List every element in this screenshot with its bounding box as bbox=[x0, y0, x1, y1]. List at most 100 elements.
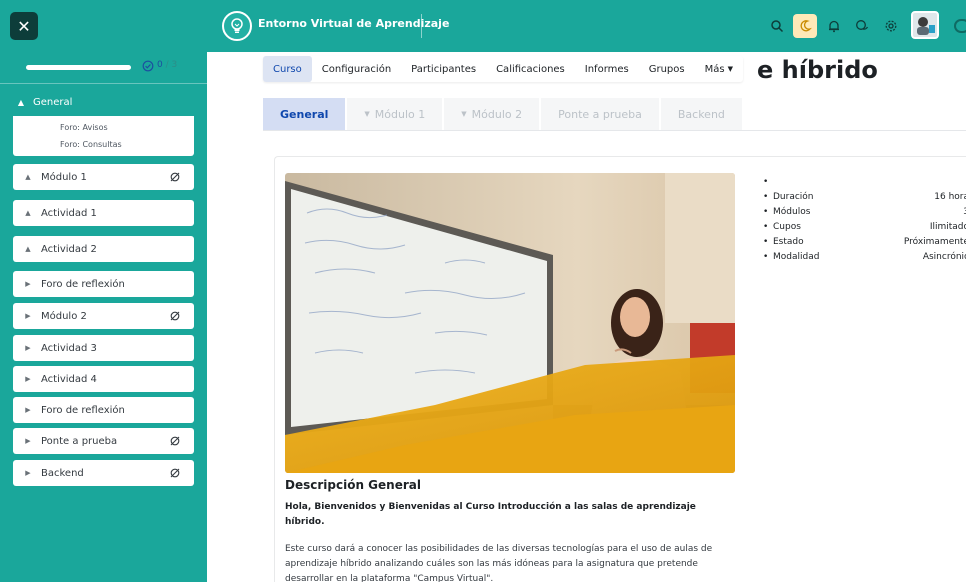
user-avatar[interactable] bbox=[911, 11, 939, 39]
tab-label: Módulo 2 bbox=[471, 107, 523, 121]
chevron-right-icon: ▶ bbox=[25, 280, 31, 288]
search-icon bbox=[771, 20, 784, 33]
nav-curso[interactable]: Curso bbox=[263, 56, 312, 82]
chevron-down-icon: ▼ bbox=[364, 110, 370, 118]
sidebar-item[interactable]: ▶ Ponte a prueba bbox=[13, 428, 194, 454]
avatar-icon bbox=[913, 13, 937, 37]
meta-key: Módulos bbox=[773, 206, 811, 217]
sidebar-section-general[interactable]: ▲ General bbox=[13, 90, 194, 114]
nav-mas-dropdown[interactable]: Más ▼ bbox=[695, 56, 743, 82]
tab-modulo-2[interactable]: ▼ Módulo 2 bbox=[444, 98, 540, 130]
moon-icon bbox=[800, 20, 812, 32]
sidebar-item[interactable]: ▲ Actividad 2 bbox=[13, 236, 194, 262]
close-drawer-button[interactable]: ✕ bbox=[10, 12, 38, 40]
dark-mode-toggle[interactable] bbox=[793, 14, 817, 38]
meta-value: Asincrónic bbox=[922, 251, 966, 262]
bullet-icon: • bbox=[763, 176, 769, 187]
sidebar-item-label: Módulo 1 bbox=[41, 171, 87, 183]
meta-key: Cupos bbox=[773, 221, 801, 232]
nav-participantes[interactable]: Participantes bbox=[401, 56, 486, 82]
nav-grupos[interactable]: Grupos bbox=[639, 56, 695, 82]
edit-mode-toggle[interactable] bbox=[954, 19, 966, 33]
meta-value: Ilimitado bbox=[929, 221, 966, 232]
sidebar-item[interactable]: ▶ Backend bbox=[13, 460, 194, 486]
sidebar-item[interactable]: ▶ Actividad 3 bbox=[13, 335, 194, 361]
sidebar-item-label: Actividad 4 bbox=[41, 373, 97, 385]
completion-progress-bar bbox=[26, 65, 131, 70]
activity-foro-avisos[interactable]: Foro: Avisos bbox=[60, 123, 108, 132]
main-content: e híbrido Curso Configuración Participan… bbox=[207, 52, 966, 582]
sidebar-item-label: Backend bbox=[41, 467, 84, 479]
chevron-up-icon: ▲ bbox=[25, 245, 31, 253]
settings-button[interactable] bbox=[879, 14, 903, 38]
tabs-divider bbox=[263, 130, 966, 131]
section-tabs: General ▼ Módulo 1 ▼ Módulo 2 Ponte a pr… bbox=[263, 98, 744, 130]
tab-general[interactable]: General bbox=[263, 98, 346, 130]
check-circle-icon bbox=[142, 60, 154, 72]
sidebar-divider bbox=[0, 83, 207, 84]
chevron-right-icon: ▶ bbox=[25, 375, 31, 383]
notifications-button[interactable] bbox=[822, 14, 846, 38]
nav-configuracion[interactable]: Configuración bbox=[312, 56, 401, 82]
course-index-drawer: 0 / 3 ▲ General Foro: Avisos Foro: Consu… bbox=[0, 52, 207, 582]
sidebar-item[interactable]: ▶ Actividad 4 bbox=[13, 366, 194, 392]
sidebar-item-label: Foro de reflexión bbox=[41, 404, 125, 416]
bullet-icon: • bbox=[763, 236, 769, 247]
meta-item: • Cupos Ilimitado bbox=[763, 219, 966, 234]
description-subtitle: Hola, Bienvenidos y Bienvenidas al Curso… bbox=[285, 502, 696, 527]
meta-key: Estado bbox=[773, 236, 804, 247]
tab-label: General bbox=[280, 107, 329, 121]
chevron-up-icon: ▲ bbox=[17, 97, 25, 107]
meta-item: • Modalidad Asincrónic bbox=[763, 249, 966, 264]
sidebar-item[interactable]: ▲ Módulo 1 bbox=[13, 164, 194, 190]
bullet-icon: • bbox=[763, 191, 769, 202]
tab-modulo-1[interactable]: ▼ Módulo 1 bbox=[347, 98, 443, 130]
sidebar-item[interactable]: ▶ Foro de reflexión bbox=[13, 397, 194, 423]
sidebar-item-label: Ponte a prueba bbox=[41, 435, 118, 447]
sidebar-item[interactable]: ▲ Actividad 1 bbox=[13, 200, 194, 226]
bullet-icon: • bbox=[763, 221, 769, 232]
close-icon: ✕ bbox=[17, 16, 31, 36]
sidebar-item-label: Actividad 1 bbox=[41, 207, 97, 219]
sidebar-item-label: Foro de reflexión bbox=[41, 278, 125, 290]
lightbulb-icon bbox=[231, 18, 243, 33]
activity-foro-consultas[interactable]: Foro: Consultas bbox=[60, 140, 122, 149]
tab-label: Módulo 1 bbox=[374, 107, 426, 121]
description-body: Este curso dará a conocer las posibilida… bbox=[285, 544, 713, 582]
meta-key: Duración bbox=[773, 191, 814, 202]
chevron-right-icon: ▶ bbox=[25, 344, 31, 352]
sidebar-item[interactable]: ▶ Foro de reflexión bbox=[13, 271, 194, 297]
chevron-down-icon: ▼ bbox=[461, 110, 467, 118]
completion-total: / 3 bbox=[165, 60, 178, 70]
secondary-navigation: Curso Configuración Participantes Califi… bbox=[263, 56, 743, 82]
messages-button[interactable] bbox=[850, 14, 874, 38]
nav-mas-label: Más bbox=[704, 63, 725, 75]
sidebar-item-label: Actividad 2 bbox=[41, 243, 97, 255]
brand-divider bbox=[421, 14, 422, 38]
eye-slash-icon bbox=[170, 311, 180, 321]
chevron-right-icon: ▶ bbox=[25, 312, 31, 320]
nav-calificaciones[interactable]: Calificaciones bbox=[486, 56, 575, 82]
course-meta-list: • • Duración 16 hora •Módulos3 • Cupos Ilimitad… bbox=[763, 174, 966, 264]
tab-ponte-a-prueba[interactable]: Ponte a prueba bbox=[541, 98, 659, 130]
eye-slash-icon bbox=[170, 172, 180, 182]
meta-item: •Módulos3 bbox=[763, 204, 966, 219]
chat-icon bbox=[856, 20, 869, 30]
bullet-icon: • bbox=[763, 251, 769, 262]
nav-informes[interactable]: Informes bbox=[575, 56, 639, 82]
top-navbar: ✕ Entorno Virtual de Aprendizaje bbox=[0, 0, 966, 52]
chevron-up-icon: ▲ bbox=[25, 209, 31, 217]
sidebar-section-label: General bbox=[33, 96, 73, 108]
chevron-up-icon: ▲ bbox=[25, 173, 31, 181]
course-hero-image bbox=[285, 173, 735, 473]
gear-icon bbox=[885, 20, 897, 32]
general-activities: Foro: Avisos Foro: Consultas bbox=[13, 116, 194, 156]
chevron-right-icon: ▶ bbox=[25, 406, 31, 414]
bell-icon bbox=[829, 20, 839, 33]
sidebar-item-label: Módulo 2 bbox=[41, 310, 87, 322]
site-logo[interactable] bbox=[222, 11, 252, 41]
sidebar-item[interactable]: ▶ Módulo 2 bbox=[13, 303, 194, 329]
meta-value: 16 hora bbox=[934, 191, 966, 202]
tab-backend[interactable]: Backend bbox=[660, 98, 742, 130]
search-button[interactable] bbox=[765, 14, 789, 38]
